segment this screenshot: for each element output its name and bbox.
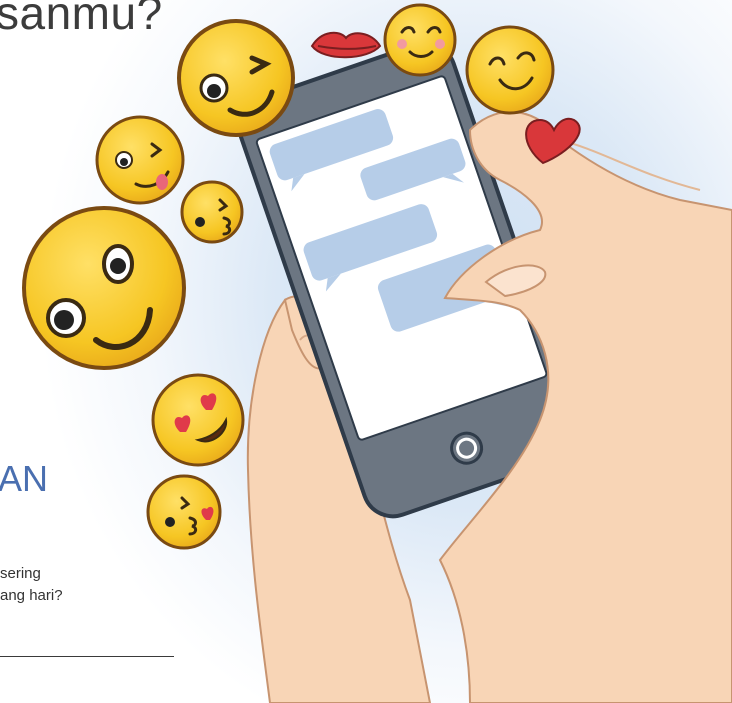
blush-emoji-icon <box>383 3 457 77</box>
kiss-emoji-icon <box>180 180 244 244</box>
tongue-wink-emoji-icon <box>95 115 185 205</box>
smile-emoji-icon <box>465 25 555 115</box>
lips-icon <box>310 31 382 59</box>
kiss-heart-emoji-icon <box>146 474 222 550</box>
smile-emoji-icon <box>22 206 186 370</box>
wink-emoji-icon <box>177 19 295 137</box>
phone-emoji-illustration <box>22 3 732 703</box>
heart-eyes-emoji-icon <box>151 373 245 467</box>
